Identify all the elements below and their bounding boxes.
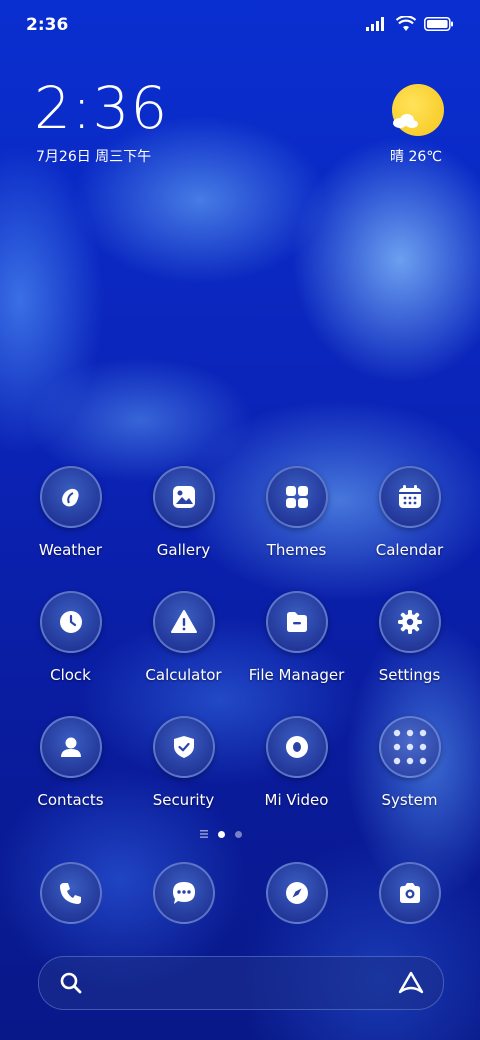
app-security[interactable]: Security [127, 716, 240, 809]
compass-icon [266, 862, 328, 924]
assistant-icon[interactable] [397, 970, 425, 996]
list-view-icon [200, 830, 208, 838]
dock-messages[interactable] [153, 862, 215, 924]
shield-icon [152, 716, 215, 778]
phone-icon [40, 862, 102, 924]
page-dot [235, 830, 242, 838]
app-label: File Manager [248, 666, 345, 684]
app-clock[interactable]: Clock [14, 591, 127, 684]
clock-widget-time[interactable]: 2:36 [34, 76, 168, 140]
app-label: Mi Video [264, 791, 329, 809]
video-icon [265, 716, 328, 778]
sun-icon[interactable] [392, 84, 444, 136]
app-file-manager[interactable]: File Manager [240, 591, 353, 684]
page-dot-active [218, 830, 225, 838]
folder-icon [265, 591, 328, 653]
app-label: Weather [38, 541, 103, 559]
app-calendar[interactable]: Calendar [353, 466, 466, 559]
message-icon [153, 862, 215, 924]
folder-group-icon [378, 716, 441, 778]
signal-icon [366, 17, 384, 31]
battery-icon [424, 17, 453, 31]
clock-widget-date: 7月26日 周三下午 [36, 149, 152, 165]
app-label: Calendar [375, 541, 444, 559]
weather-text: 晴 26℃ [390, 149, 442, 165]
wifi-icon [396, 16, 416, 31]
gear-icon [378, 591, 441, 653]
search-bar[interactable] [38, 956, 444, 1010]
calendar-icon [378, 466, 441, 528]
themes-grid-icon [265, 466, 328, 528]
app-label: Contacts [37, 791, 104, 809]
app-mi-video[interactable]: Mi Video [240, 716, 353, 809]
app-weather[interactable]: Weather [14, 466, 127, 559]
search-icon[interactable] [59, 971, 83, 995]
app-themes[interactable]: Themes [240, 466, 353, 559]
page-indicator[interactable] [200, 830, 242, 838]
app-label: Gallery [156, 541, 211, 559]
app-system-folder[interactable]: System [353, 716, 466, 809]
contacts-icon [39, 716, 102, 778]
app-gallery[interactable]: Gallery [127, 466, 240, 559]
camera-icon [379, 862, 441, 924]
clock-icon [39, 591, 102, 653]
gallery-icon [152, 466, 215, 528]
status-icons [366, 14, 454, 34]
status-time: 2:36 [26, 15, 69, 35]
app-label: System [381, 791, 438, 809]
app-label: Security [152, 791, 215, 809]
app-label: Settings [378, 666, 441, 684]
dock-phone[interactable] [40, 862, 102, 924]
app-contacts[interactable]: Contacts [14, 716, 127, 809]
app-label: Clock [50, 666, 91, 684]
cloud-icon [393, 114, 418, 128]
app-settings[interactable]: Settings [353, 591, 466, 684]
dock-camera[interactable] [379, 862, 441, 924]
dock-browser[interactable] [266, 862, 328, 924]
app-calculator[interactable]: Calculator [127, 591, 240, 684]
calculator-icon [152, 591, 215, 653]
app-label: Themes [266, 541, 327, 559]
weather-drop-icon [39, 466, 102, 528]
app-label: Calculator [145, 666, 222, 684]
